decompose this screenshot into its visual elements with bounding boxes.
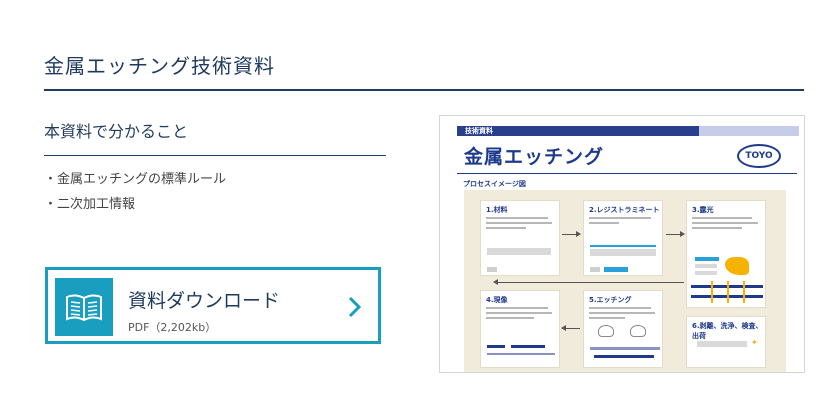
step-card: 3.露光: [686, 200, 766, 308]
step-title: 4.現像: [486, 296, 508, 304]
step-title: 2.レジストラミネート: [589, 206, 660, 214]
flow-arrow: [562, 231, 581, 237]
step-card: 4.現像: [480, 290, 560, 368]
summary-divider: [44, 155, 386, 156]
list-item: 二次加工情報: [44, 195, 226, 220]
chevron-right-icon: [348, 296, 362, 322]
step-card: 1.材料: [480, 200, 560, 276]
step-title: 1.材料: [486, 206, 508, 214]
preview-tag-bar: [699, 126, 799, 136]
document-preview: 技術資料 金属エッチング TOYO プロセスイメージ図 1.材料 2.レジストラ…: [439, 115, 805, 373]
step-title: 3.露光: [692, 206, 714, 214]
process-diagram: 1.材料 2.レジストラミネート 3.露光 4.現像 5.エッチング 6.剥離、…: [464, 190, 786, 372]
download-button[interactable]: 資料ダウンロード PDF（2,202kb）: [45, 267, 381, 344]
flow-arrow: [666, 231, 685, 237]
list-item: 金属エッチングの標準ルール: [44, 170, 226, 195]
title-divider: [44, 89, 804, 91]
summary-heading: 本資料で分かること: [44, 122, 189, 141]
flow-arrow: [493, 279, 684, 285]
preview-title: 金属エッチング: [464, 146, 605, 168]
step-card: 6.剥離、洗浄、検査、出荷 ✦: [686, 316, 766, 368]
download-label: 資料ダウンロード: [128, 290, 281, 312]
summary-list: 金属エッチングの標準ルール 二次加工情報: [44, 170, 226, 220]
file-size: PDF（2,202kb）: [128, 321, 217, 334]
flow-arrow: [561, 325, 580, 331]
preview-logo: TOYO: [737, 144, 781, 168]
page-title: 金属エッチング技術資料: [44, 54, 275, 78]
preview-tag: 技術資料: [457, 126, 699, 136]
step-card: 5.エッチング: [583, 290, 663, 368]
preview-section-title: プロセスイメージ図: [463, 180, 526, 188]
step-card: 2.レジストラミネート: [583, 200, 663, 276]
book-icon: [55, 278, 113, 336]
step-title: 5.エッチング: [589, 296, 632, 304]
preview-divider: [457, 173, 797, 174]
